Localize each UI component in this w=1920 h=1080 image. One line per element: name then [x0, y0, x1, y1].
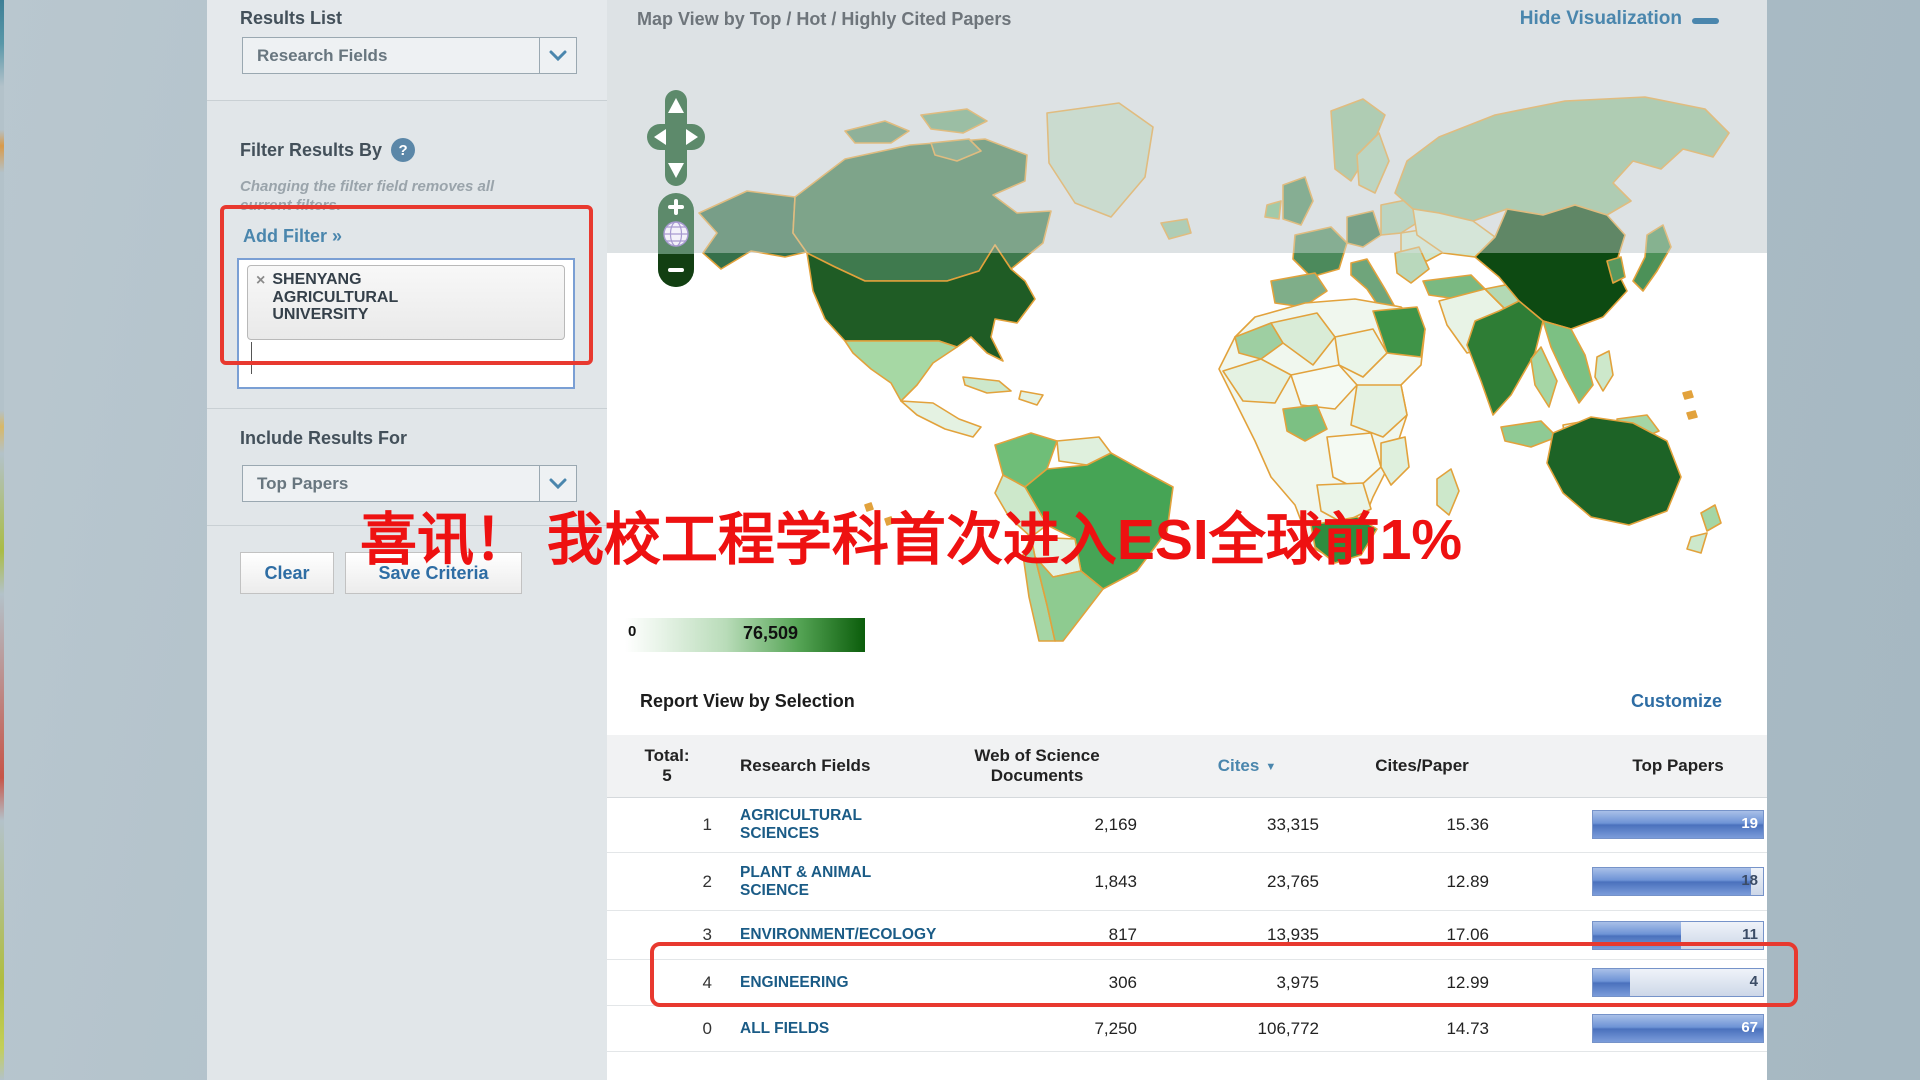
column-cites-per-paper[interactable]: Cites/Paper: [1347, 735, 1497, 797]
sort-desc-icon: ▼: [1265, 761, 1276, 774]
map-area: 0 76,509: [607, 40, 1767, 673]
row-cites-per-paper-value: 14.73: [1337, 1006, 1489, 1051]
map-color-scale: 0 76,509: [625, 618, 865, 652]
map-zoom-control[interactable]: [657, 192, 695, 288]
filter-results-by-heading: Filter Results By ?: [240, 138, 415, 162]
hide-visualization-link[interactable]: Hide Visualization: [1520, 8, 1719, 30]
top-papers-bar: 67: [1592, 1014, 1764, 1043]
row-rank: 2: [607, 853, 712, 910]
table-row: 2 PLANT & ANIMAL SCIENCE1,84323,765 12.89 1…: [607, 853, 1767, 911]
scale-max-label: 76,509: [743, 623, 798, 644]
row-cites-value: 106,772: [1147, 1006, 1319, 1051]
country-australia: [1547, 417, 1681, 525]
map-wash-overlay: [607, 40, 1767, 253]
scale-min-label: 0: [628, 623, 636, 640]
country-mexico: [845, 341, 957, 401]
zoom-out-icon: [668, 268, 684, 272]
row-rank: 1: [607, 797, 712, 852]
help-icon[interactable]: ?: [391, 138, 415, 162]
column-wos-documents[interactable]: Web of Science Documents: [927, 735, 1147, 797]
screenshot-stage: Results List Research Fields Filter Resu…: [0, 0, 1920, 1080]
column-research-fields[interactable]: Research Fields: [740, 735, 920, 797]
results-list-heading: Results List: [240, 8, 342, 29]
row-docs-value: 7,250: [927, 1006, 1137, 1051]
map-view-title: Map View by Top / Hot / Highly Cited Pap…: [637, 9, 1011, 30]
table-row: 1 AGRICULTURAL SCIENCES2,16933,315 15.36 19: [607, 797, 1767, 853]
column-top-papers[interactable]: Top Papers: [1592, 735, 1764, 797]
customize-link[interactable]: Customize: [1631, 691, 1722, 712]
chevron-down-icon[interactable]: [539, 38, 576, 73]
include-results-heading: Include Results For: [240, 428, 407, 449]
row-cites-per-paper-value: 15.36: [1337, 797, 1489, 852]
clear-button[interactable]: Clear: [240, 552, 334, 594]
photo-edge-strip: [0, 0, 4, 1080]
row-top-papers-cell: 18: [1592, 853, 1764, 910]
top-papers-bar: 18: [1592, 867, 1764, 896]
row-rank: 0: [607, 1006, 712, 1051]
top-papers-bar: 19: [1592, 810, 1764, 839]
table-header: Total: 5 Research Fields Web of Science …: [607, 735, 1767, 798]
research-field-link[interactable]: ALL FIELDS: [740, 1006, 920, 1051]
row-cites-value: 23,765: [1147, 853, 1319, 910]
row-docs-value: 2,169: [927, 797, 1137, 852]
table-body: 1 AGRICULTURAL SCIENCES2,16933,315 15.36 19…: [607, 797, 1767, 1052]
results-list-dropdown[interactable]: Research Fields: [242, 37, 577, 74]
report-view-title: Report View by Selection: [640, 691, 855, 712]
results-list-value: Research Fields: [243, 46, 539, 66]
top-papers-count: 19: [1741, 815, 1758, 832]
row-cites-per-paper-value: 12.89: [1337, 853, 1489, 910]
total-count: Total: 5: [607, 735, 727, 797]
table-row: 0 ALL FIELDS7,250106,772 14.73 67: [607, 1006, 1767, 1052]
include-results-value: Top Papers: [243, 474, 539, 494]
column-cites[interactable]: Cites ▼: [1167, 735, 1327, 797]
row-cites-value: 33,315: [1147, 797, 1319, 852]
announcement-text: 喜讯！ 我校工程学科首次进入ESI全球前1%: [360, 494, 1462, 576]
row-top-papers-cell: 19: [1592, 797, 1764, 852]
row-top-papers-cell: 67: [1592, 1006, 1764, 1051]
top-papers-count: 18: [1741, 872, 1758, 889]
research-field-link[interactable]: PLANT & ANIMAL SCIENCE: [740, 853, 920, 910]
row-docs-value: 1,843: [927, 853, 1137, 910]
annotation-box-filter: [220, 205, 593, 365]
report-header-bar: Report View by Selection Customize: [607, 672, 1767, 736]
research-field-link[interactable]: AGRICULTURAL SCIENCES: [740, 797, 920, 852]
top-papers-count: 11: [1742, 926, 1758, 943]
annotation-box-engineering-row: [650, 942, 1798, 1007]
map-pan-control[interactable]: [643, 88, 709, 188]
map-header-bar: Map View by Top / Hot / Highly Cited Pap…: [607, 0, 1767, 41]
minimize-icon: [1692, 18, 1719, 24]
top-papers-count: 67: [1741, 1019, 1758, 1036]
globe-icon: [664, 222, 688, 246]
